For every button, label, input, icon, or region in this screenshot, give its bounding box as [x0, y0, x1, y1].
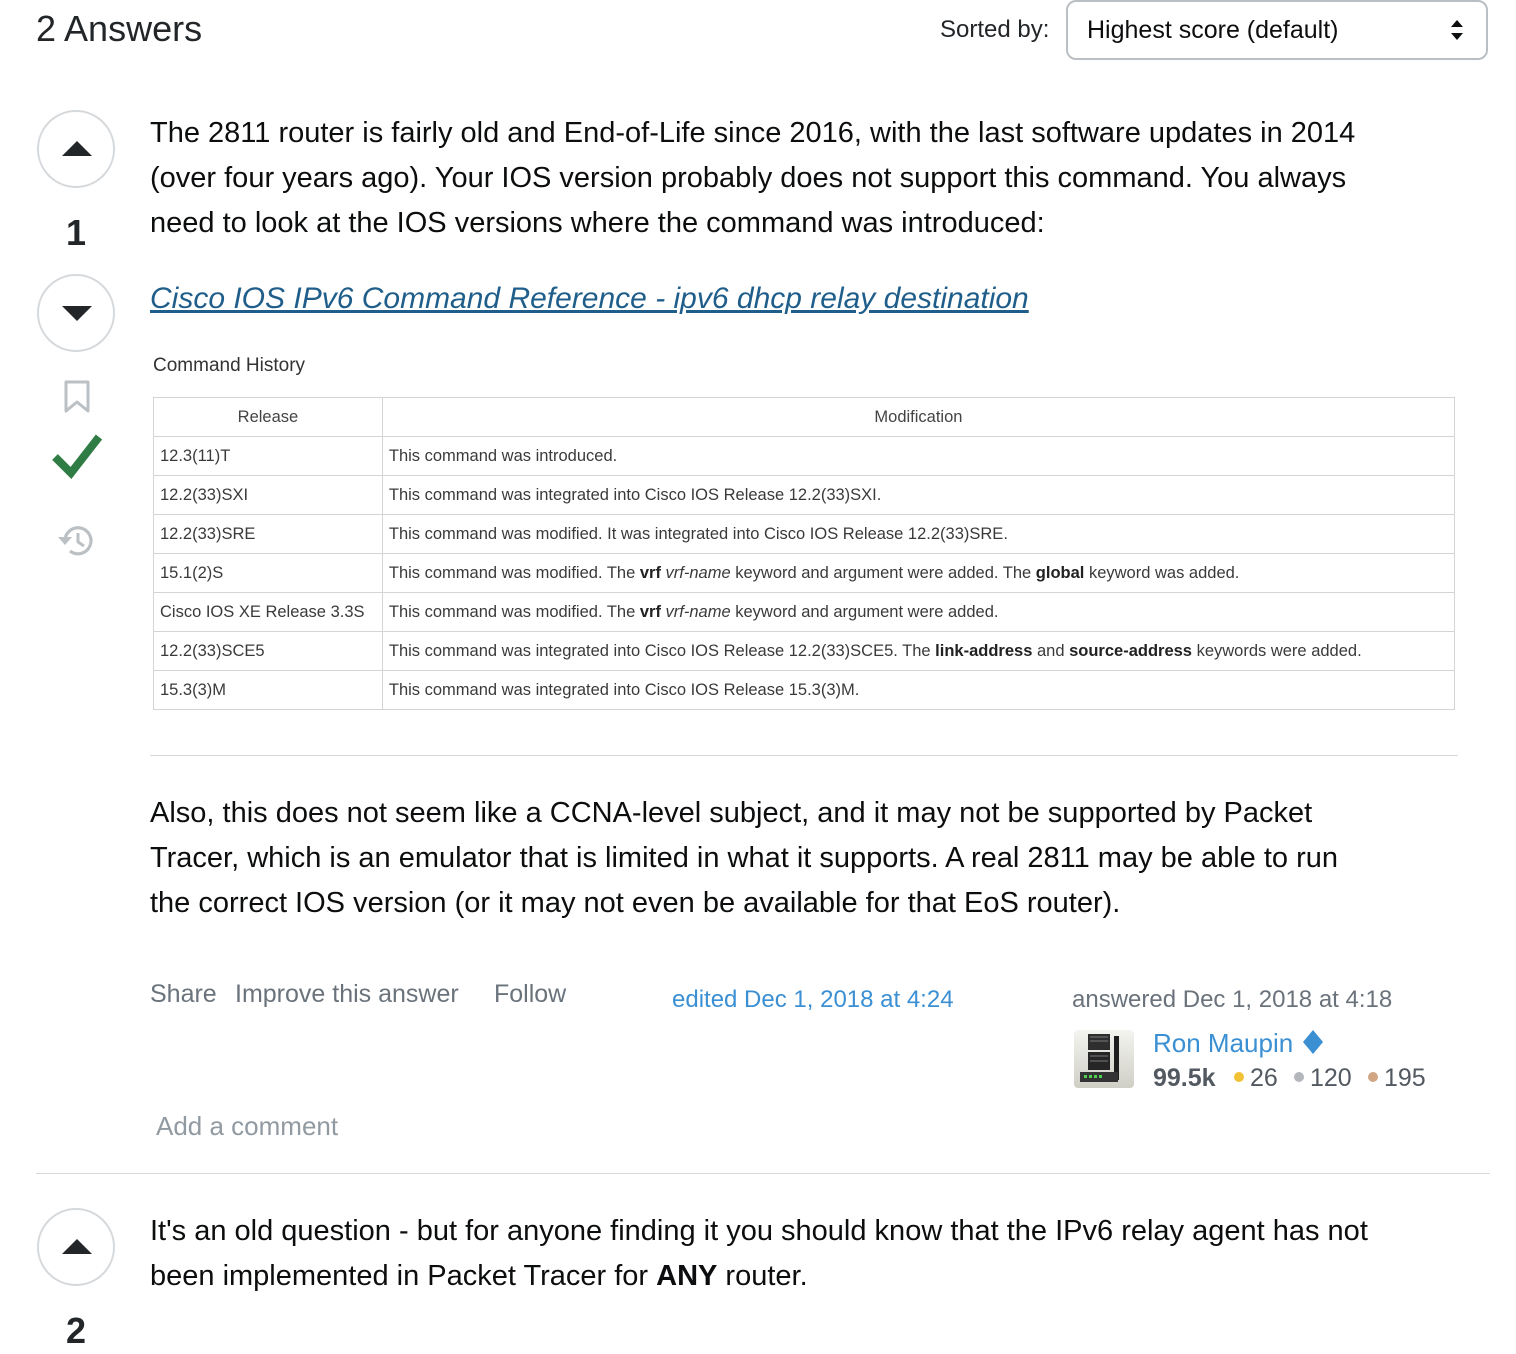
modification-cell: This command was introduced.	[381, 436, 1456, 476]
mod-text: keywords were added.	[1191, 641, 1362, 660]
argument-vrf-name: vrf-name	[665, 563, 731, 582]
silver-badge-dot	[1294, 1072, 1304, 1083]
emphasis-any: ANY	[656, 1260, 718, 1292]
sort-arrows-icon	[1451, 20, 1463, 40]
command-history-title: Command History	[153, 355, 306, 376]
bronze-badges: 195	[1368, 1064, 1426, 1093]
release-cell: Cisco IOS XE Release 3.3S	[153, 592, 383, 632]
bronze-badge-dot	[1368, 1072, 1378, 1083]
keyword-vrf: vrf	[639, 602, 661, 621]
horizontal-rule	[150, 755, 1458, 756]
argument-vrf-name: vrf-name	[665, 602, 731, 621]
follow-link[interactable]: Follow	[494, 980, 566, 1009]
paragraph-line: the correct IOS version (or it may not e…	[150, 887, 1121, 919]
column-header-release: Release	[153, 397, 383, 437]
mod-text: This command was modified. The	[388, 563, 640, 582]
paragraph-line: (over four years ago). Your IOS version …	[150, 162, 1347, 194]
table-row: 12.2(33)SXI This command was integrated …	[153, 475, 1456, 515]
table-row: Cisco IOS XE Release 3.3S This command w…	[153, 592, 1456, 632]
text-run: router.	[717, 1260, 808, 1292]
user-name-link[interactable]: Ron Maupin	[1153, 1028, 1293, 1059]
edited-timestamp-link[interactable]: edited Dec 1, 2018 at 4:24	[672, 986, 954, 1014]
modification-cell: This command was integrated into Cisco I…	[381, 631, 1456, 671]
modification-cell: This command was modified. The vrf vrf-n…	[381, 592, 1456, 632]
user-reputation: 99.5k	[1153, 1064, 1216, 1092]
gold-badge-count: 26	[1250, 1064, 1278, 1092]
release-cell: 12.2(33)SRE	[153, 514, 383, 554]
caret-up-icon	[62, 1239, 92, 1254]
mod-text: and	[1032, 641, 1070, 660]
release-cell: 15.1(2)S	[153, 553, 383, 593]
upvote-button[interactable]	[37, 1208, 115, 1286]
upvote-button[interactable]	[37, 110, 115, 188]
answer-paragraph-2: Also, this does not seem like a CCNA-lev…	[150, 791, 1470, 926]
bookmark-icon[interactable]	[63, 380, 91, 414]
modification-cell: This command was integrated into Cisco I…	[381, 475, 1456, 515]
gold-badge-dot	[1234, 1072, 1244, 1083]
table-row: 15.3(3)M This command was integrated int…	[153, 670, 1456, 710]
diamond-icon	[1303, 1030, 1323, 1054]
downvote-button[interactable]	[37, 274, 115, 352]
command-history-table: Release Modification 12.3(11)T This comm…	[153, 397, 1456, 710]
silver-badge-count: 120	[1310, 1064, 1352, 1092]
mod-text: keyword was added.	[1084, 563, 1240, 582]
sort-select[interactable]: Highest score (default)	[1066, 0, 1488, 60]
mod-text: This command was modified. The	[388, 602, 640, 621]
user-avatar[interactable]	[1074, 1030, 1134, 1088]
silver-badges: 120	[1294, 1064, 1352, 1093]
table-row: 12.2(33)SRE This command was modified. I…	[153, 514, 1456, 554]
share-link[interactable]: Share	[150, 980, 217, 1009]
paragraph-line: need to look at the IOS versions where t…	[150, 207, 1045, 239]
paragraph-line: Tracer, which is an emulator that is lim…	[150, 842, 1338, 874]
keyword-vrf: vrf	[639, 563, 661, 582]
answers-heading: 2 Answers	[36, 8, 203, 49]
caret-down-icon	[62, 306, 92, 321]
add-comment-link[interactable]: Add a comment	[156, 1111, 338, 1142]
mod-text: keyword and argument were added.	[730, 602, 999, 621]
answer-paragraph-1: The 2811 router is fairly old and End-of…	[150, 111, 1470, 246]
answer-2-paragraph: It's an old question - but for anyone fi…	[150, 1209, 1470, 1299]
release-cell: 15.3(3)M	[153, 670, 383, 710]
avatar-image	[1074, 1030, 1134, 1088]
paragraph-line: The 2811 router is fairly old and End-of…	[150, 117, 1356, 149]
table-header-row: Release Modification	[153, 397, 1456, 437]
mod-text: keyword and argument were added. The	[730, 563, 1036, 582]
modification-cell: This command was integrated into Cisco I…	[381, 670, 1456, 710]
table-row: 15.1(2)S This command was modified. The …	[153, 553, 1456, 593]
release-cell: 12.2(33)SXI	[153, 475, 383, 515]
text-run: been implemented in Packet Tracer for	[150, 1260, 657, 1292]
column-header-modification: Modification	[381, 397, 1456, 437]
history-icon[interactable]	[56, 522, 96, 560]
improve-answer-link[interactable]: Improve this answer	[235, 980, 459, 1009]
command-reference-link[interactable]: Cisco IOS IPv6 Command Reference - ipv6 …	[150, 282, 1029, 316]
bronze-badge-count: 195	[1384, 1064, 1426, 1092]
keyword-link-address: link-address	[935, 641, 1033, 660]
release-cell: 12.2(33)SCE5	[153, 631, 383, 671]
answered-timestamp: answered Dec 1, 2018 at 4:18	[1072, 986, 1393, 1013]
table-row: 12.2(33)SCE5 This command was integrated…	[153, 631, 1456, 671]
paragraph-line: It's an old question - but for anyone fi…	[150, 1215, 1368, 1247]
answer-separator	[36, 1173, 1490, 1174]
keyword-source-address: source-address	[1069, 641, 1192, 660]
table-row: 12.3(11)T This command was introduced.	[153, 436, 1456, 476]
sort-select-value: Highest score (default)	[1087, 16, 1339, 44]
modification-cell: This command was modified. The vrf vrf-n…	[381, 553, 1456, 593]
release-cell: 12.3(11)T	[153, 436, 383, 476]
keyword-global: global	[1035, 563, 1085, 582]
gold-badges: 26	[1234, 1064, 1278, 1093]
paragraph-line: been implemented in Packet Tracer for AN…	[150, 1254, 1470, 1299]
checkmark-icon	[52, 434, 102, 480]
sorted-by-label: Sorted by:	[940, 16, 1050, 43]
vote-count: 2	[65, 1310, 87, 1351]
modification-cell: This command was modified. It was integr…	[381, 514, 1456, 554]
caret-up-icon	[62, 141, 92, 156]
mod-text: This command was integrated into Cisco I…	[388, 641, 936, 660]
paragraph-line: Also, this does not seem like a CCNA-lev…	[150, 797, 1313, 829]
vote-count: 1	[65, 212, 87, 253]
